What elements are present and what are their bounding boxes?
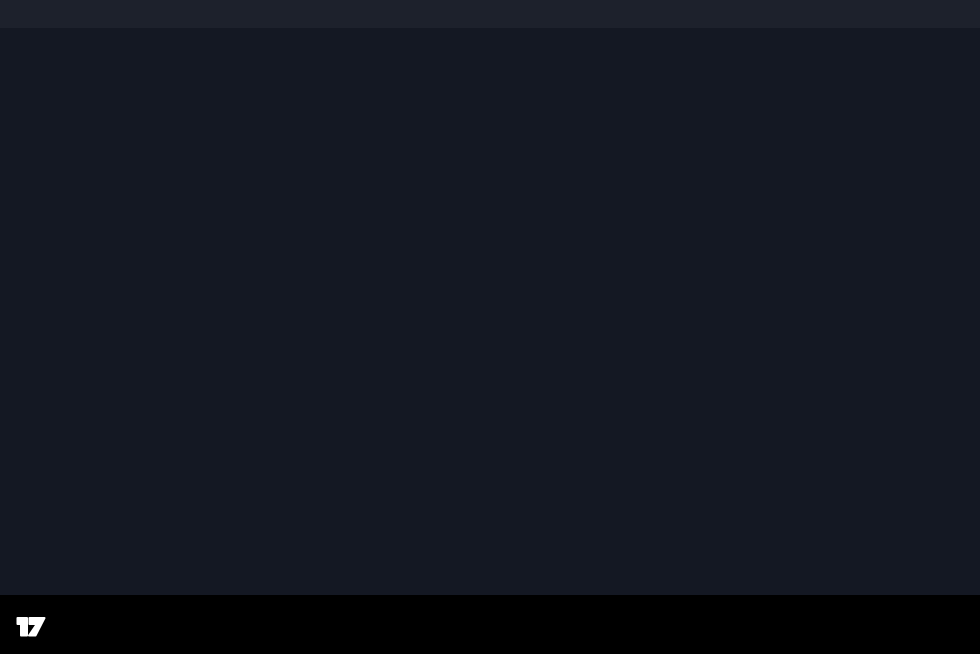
sma-legend-row (13, 49, 53, 66)
attribution-bar (0, 0, 980, 28)
chart-canvas[interactable] (0, 28, 980, 595)
tradingview-logo-icon (16, 611, 46, 638)
rsi-legend (13, 448, 29, 465)
tradingview-snapshot (0, 0, 980, 654)
footer-bar (0, 595, 980, 654)
price-legend (13, 32, 53, 66)
symbol-legend-row (13, 32, 53, 49)
rsi-legend-row (13, 448, 29, 465)
